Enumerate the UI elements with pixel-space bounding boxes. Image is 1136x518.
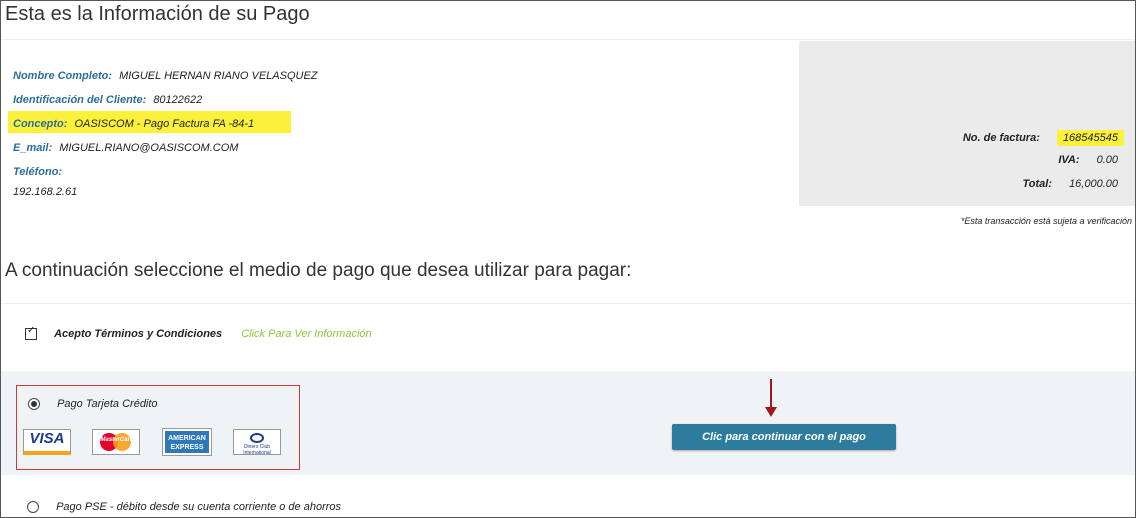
name-value: MIGUEL HERNAN RIANO VELASQUEZ — [119, 70, 318, 82]
id-label: Identificación del Cliente: — [13, 94, 147, 106]
iva-label: IVA: — [1058, 154, 1080, 166]
divider — [1, 39, 1135, 40]
total-row: Total: 16,000.00 — [1022, 178, 1118, 190]
card-payment-option[interactable]: Pago Tarjeta Crédito VISA MasterCard AME… — [16, 385, 300, 470]
iva-value: 0.00 — [1096, 154, 1118, 166]
diners-logo: Diners Club International — [233, 429, 281, 456]
card-option-radio[interactable] — [28, 398, 40, 411]
phone-value-row: 192.168.2.61 — [13, 185, 318, 209]
arrow-down-icon — [765, 379, 777, 417]
continue-payment-button[interactable]: Clic para continuar con el pago — [672, 424, 896, 450]
card-option-label: Pago Tarjeta Crédito — [57, 398, 158, 411]
terms-info-link[interactable]: Click Para Ver Información — [241, 328, 371, 340]
amex-logo: AMERICAN EXPRESS — [162, 428, 212, 456]
concept-row: Concepto: OASISCOM - Pago Factura FA -84… — [8, 111, 318, 141]
name-label: Nombre Completo: — [13, 70, 112, 82]
invoice-label: No. de factura: — [962, 132, 1040, 144]
terms-checkbox[interactable] — [25, 325, 37, 341]
amex-line1: AMERICAN — [168, 435, 206, 442]
payment-method-heading: A continuación seleccione el medio de pa… — [5, 260, 632, 281]
pse-option-radio[interactable] — [27, 501, 39, 514]
page-title: Esta es la Información de su Pago — [5, 3, 310, 25]
payment-summary: No. de factura: 168545545 IVA: 0.00 Tota… — [799, 41, 1135, 206]
concept-value: OASISCOM - Pago Factura FA -84-1 — [74, 118, 255, 130]
email-value: MIGUEL.RIANO@OASISCOM.COM — [59, 142, 239, 154]
terms-label: Acepto Términos y Condiciones — [54, 328, 223, 341]
phone-value: 192.168.2.61 — [13, 186, 78, 198]
name-row: Nombre Completo: MIGUEL HERNAN RIANO VEL… — [13, 69, 318, 93]
id-value: 80122622 — [153, 94, 203, 106]
pse-option-label: Pago PSE - débito desde su cuenta corrie… — [56, 501, 342, 514]
iva-row: IVA: 0.00 — [1058, 154, 1118, 166]
email-row: E_mail: MIGUEL.RIANO@OASISCOM.COM — [13, 141, 318, 165]
email-label: E_mail: — [13, 142, 53, 154]
id-row: Identificación del Cliente: 80122622 — [13, 93, 318, 117]
amex-line2: EXPRESS — [170, 444, 204, 451]
concept-label: Concepto: — [13, 118, 68, 130]
invoice-value: 168545545 — [1056, 130, 1124, 146]
verification-note: *Esta transacción está sujeta a verifica… — [960, 216, 1132, 226]
mastercard-text: MasterCard — [100, 437, 134, 443]
mastercard-logo: MasterCard — [92, 429, 140, 455]
phone-label: Teléfono: — [13, 166, 63, 178]
diners-text: Diners Club International — [243, 444, 271, 456]
invoice-row: No. de factura: 168545545 — [962, 130, 1124, 146]
visa-logo: VISA — [23, 429, 71, 455]
divider — [1, 303, 1135, 304]
client-info: Nombre Completo: MIGUEL HERNAN RIANO VEL… — [8, 69, 318, 209]
total-label: Total: — [1022, 178, 1052, 190]
total-value: 16,000.00 — [1069, 178, 1118, 190]
diners-mark-icon — [250, 433, 264, 443]
terms-row: Acepto Términos y Condiciones Click Para… — [25, 325, 372, 341]
card-option-row: Pago Tarjeta Crédito — [28, 398, 158, 411]
pse-option-row[interactable]: Pago PSE - débito desde su cuenta corrie… — [27, 501, 342, 514]
payment-page: Esta es la Información de su Pago Nombre… — [0, 0, 1136, 518]
